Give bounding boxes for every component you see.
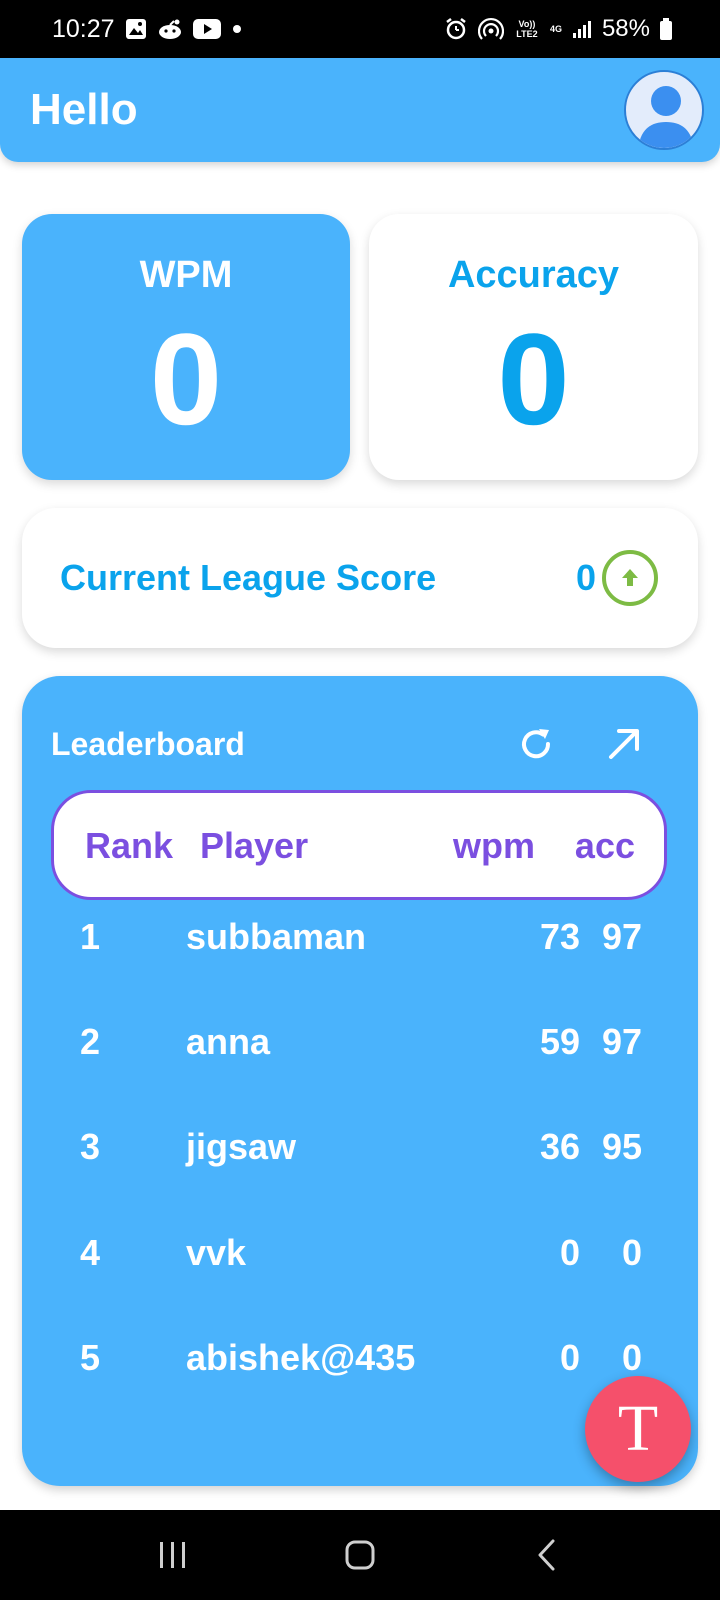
leaderboard-header: Rank Player wpm acc xyxy=(51,790,667,900)
row-wpm: 0 xyxy=(559,1337,580,1378)
status-left: 10:27 xyxy=(52,15,243,44)
greeting-title: Hello xyxy=(30,85,138,134)
battery-percent: 58% xyxy=(601,15,650,42)
row-acc: 0 xyxy=(621,1232,642,1273)
gallery-icon xyxy=(125,18,147,40)
arrow-up-circle-icon xyxy=(602,550,658,606)
recent-apps-icon[interactable] xyxy=(143,1525,203,1585)
league-score-right: 0 xyxy=(576,550,658,606)
typing-fab-button[interactable]: T xyxy=(585,1376,691,1482)
volte-icon: Vo)) LTE2 xyxy=(516,19,538,39)
battery-icon xyxy=(660,18,672,40)
user-avatar-icon[interactable] xyxy=(624,70,704,150)
row-acc: 97 xyxy=(601,916,642,957)
signal-icon xyxy=(572,19,592,39)
back-icon[interactable] xyxy=(517,1525,577,1585)
row-rank: 3 xyxy=(80,1126,101,1167)
accuracy-card: Accuracy 0 xyxy=(369,214,698,480)
youtube-icon xyxy=(192,19,221,39)
row-wpm: 36 xyxy=(539,1126,580,1167)
column-header-wpm: wpm xyxy=(452,825,535,866)
wpm-value: 0 xyxy=(149,306,223,452)
league-score-value: 0 xyxy=(575,557,596,598)
table-row: 1 subbaman 73 97 xyxy=(22,916,698,976)
row-acc: 0 xyxy=(621,1337,642,1378)
table-row: 2 anna 59 97 xyxy=(22,1021,698,1081)
accuracy-value: 0 xyxy=(497,306,570,452)
row-acc: 95 xyxy=(601,1126,642,1167)
4g-icon: 4G xyxy=(549,24,562,34)
status-bar: 10:27 Vo)) LTE2 4G 58% xyxy=(0,0,720,58)
row-player: anna xyxy=(186,1021,271,1062)
row-rank: 5 xyxy=(80,1337,101,1378)
wpm-label: WPM xyxy=(139,254,233,296)
reddit-icon xyxy=(157,18,183,40)
alarm-icon xyxy=(444,17,468,41)
row-player: jigsaw xyxy=(186,1126,297,1167)
row-acc: 97 xyxy=(601,1021,642,1062)
row-rank: 4 xyxy=(80,1232,101,1273)
row-player: subbaman xyxy=(186,916,367,957)
table-row: 5 abishek@435 0 0 xyxy=(22,1337,698,1397)
home-icon[interactable] xyxy=(330,1525,390,1585)
column-header-player: Player xyxy=(200,825,309,866)
column-header-rank: Rank xyxy=(85,825,174,866)
hotspot-icon xyxy=(477,17,504,41)
leaderboard-card: Leaderboard Rank Player wpm acc 1 subbam… xyxy=(22,676,698,1486)
league-score-card[interactable]: Current League Score 0 xyxy=(22,508,698,648)
column-header-acc: acc xyxy=(574,825,635,866)
accuracy-label: Accuracy xyxy=(447,254,620,296)
refresh-icon[interactable] xyxy=(512,720,560,768)
dot-icon xyxy=(231,23,243,35)
league-score-label: Current League Score xyxy=(60,557,437,598)
app-header: Hello xyxy=(0,58,720,162)
row-wpm: 73 xyxy=(539,916,580,957)
arrow-up-right-icon[interactable] xyxy=(600,720,648,768)
leaderboard-title: Leaderboard xyxy=(51,726,245,762)
row-wpm: 59 xyxy=(539,1021,580,1062)
status-time: 10:27 xyxy=(52,14,115,43)
status-right: Vo)) LTE2 4G 58% xyxy=(444,15,672,43)
row-rank: 1 xyxy=(80,916,101,957)
table-row: 3 jigsaw 36 95 xyxy=(22,1126,698,1186)
table-row: 4 vvk 0 0 xyxy=(22,1232,698,1292)
system-nav-bar xyxy=(0,1510,720,1600)
row-wpm: 0 xyxy=(559,1232,580,1273)
row-player: abishek@435 xyxy=(186,1337,416,1378)
row-player: vvk xyxy=(186,1232,247,1273)
row-rank: 2 xyxy=(80,1021,101,1062)
wpm-card: WPM 0 xyxy=(22,214,350,480)
